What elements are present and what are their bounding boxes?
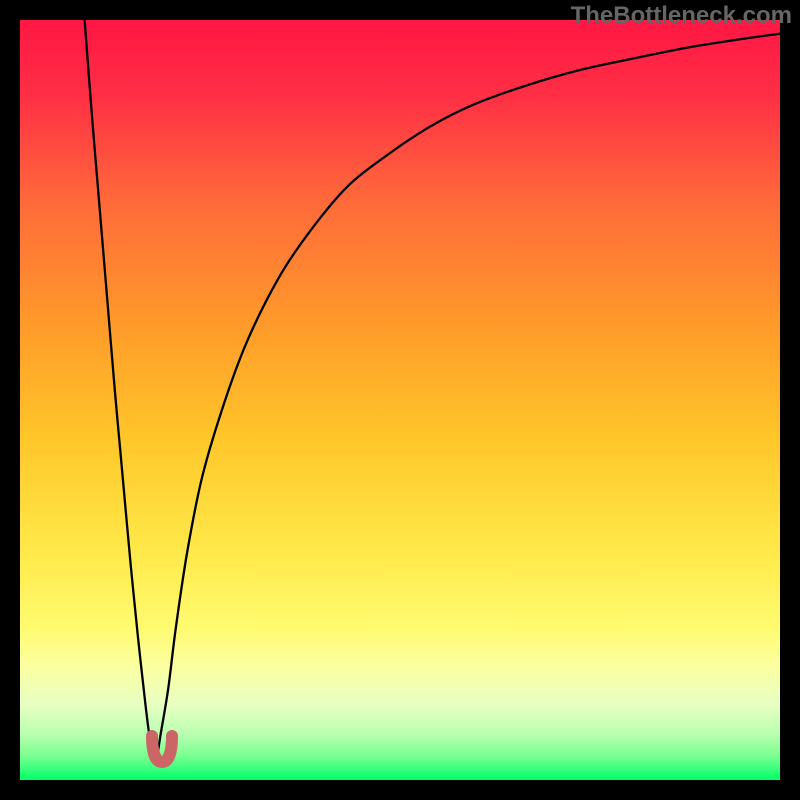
u-marker bbox=[152, 736, 172, 762]
watermark-text: TheBottleneck.com bbox=[571, 2, 792, 30]
chart-curve-layer bbox=[20, 20, 780, 780]
bottleneck-curve bbox=[85, 20, 780, 760]
plot-frame bbox=[20, 20, 780, 780]
